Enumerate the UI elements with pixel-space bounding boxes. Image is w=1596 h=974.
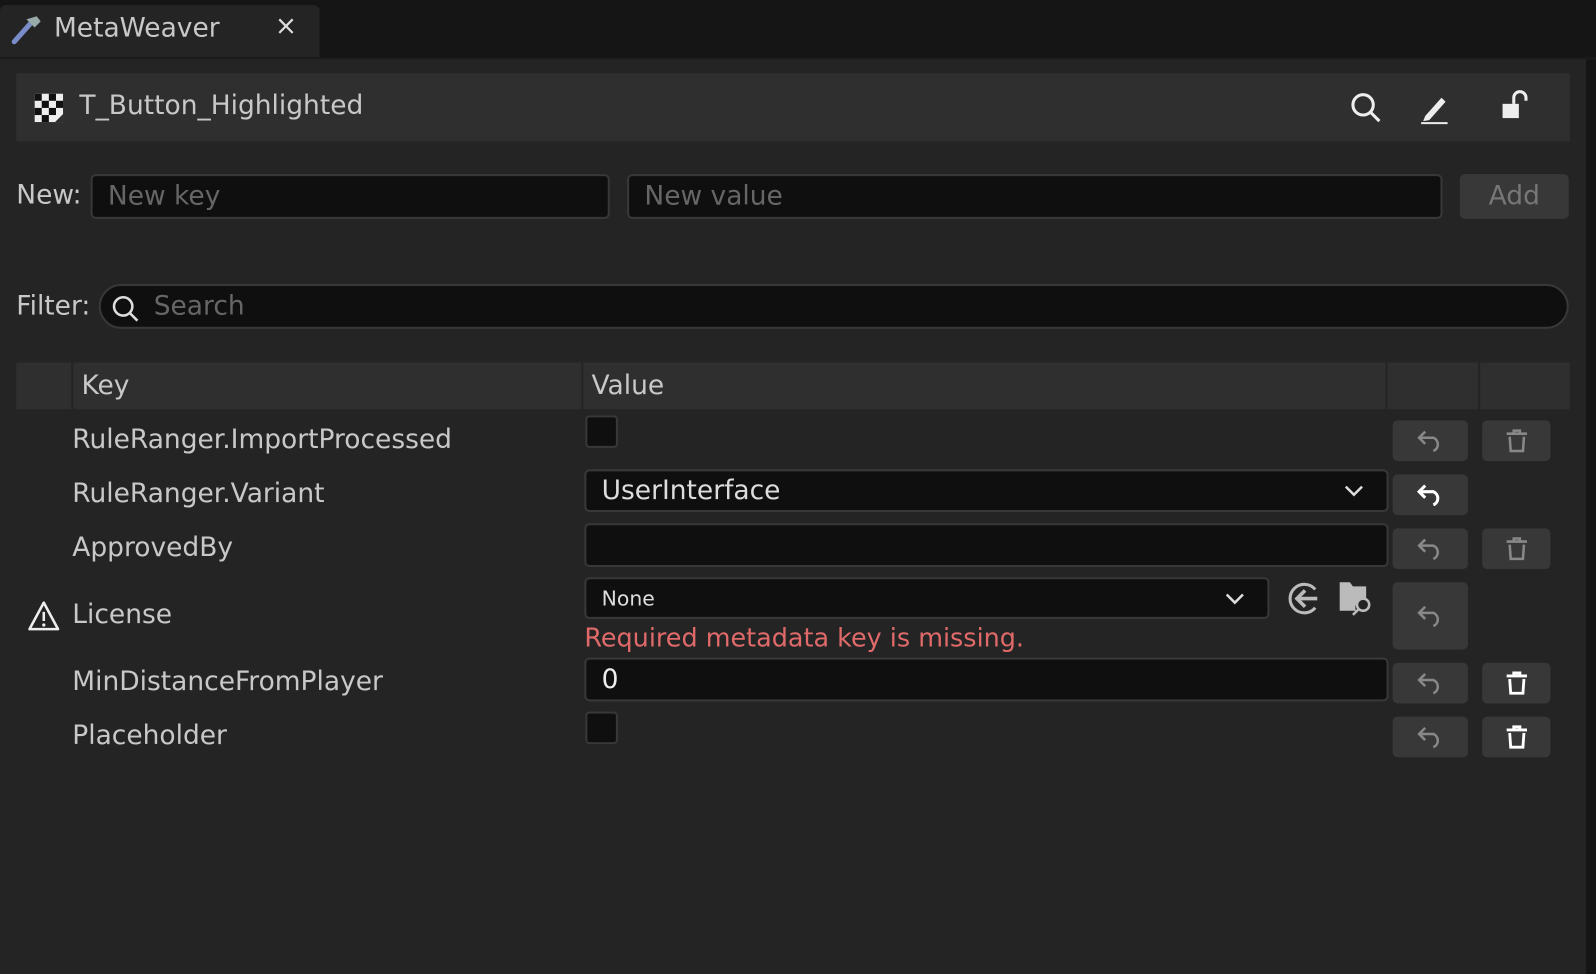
- key-label: Placeholder: [72, 720, 227, 752]
- column-header-value[interactable]: Value: [583, 362, 1386, 410]
- texture-icon: [34, 93, 64, 123]
- column-header-delete: [1480, 362, 1570, 410]
- close-icon[interactable]: ×: [275, 11, 297, 42]
- undo-icon: [1417, 672, 1443, 695]
- variant-dropdown[interactable]: UserInterface: [584, 469, 1389, 513]
- value-checkbox[interactable]: [585, 415, 618, 448]
- delete-button[interactable]: [1482, 662, 1551, 704]
- filter-search-input[interactable]: Search: [98, 284, 1569, 329]
- value-checkbox[interactable]: [585, 711, 618, 745]
- trash-icon: [1505, 429, 1527, 453]
- key-label: MinDistanceFromPlayer: [72, 666, 383, 698]
- new-value-input[interactable]: New value: [627, 174, 1443, 219]
- tab-metaweaver[interactable]: MetaWeaver ×: [0, 5, 320, 59]
- add-button[interactable]: Add: [1459, 174, 1569, 219]
- hammer-icon: [10, 13, 43, 46]
- filter-label: Filter:: [16, 291, 91, 322]
- undo-icon: [1417, 538, 1443, 560]
- key-label: RuleRanger.ImportProcessed: [72, 424, 452, 456]
- search-placeholder: Search: [153, 291, 245, 322]
- chevron-down-icon: [1225, 591, 1245, 605]
- delete-button[interactable]: [1482, 716, 1551, 758]
- warning-icon: [27, 601, 60, 632]
- new-key-input[interactable]: New key: [90, 174, 610, 219]
- license-asset-picker[interactable]: None: [584, 577, 1270, 619]
- value-number-input[interactable]: 0: [584, 657, 1389, 702]
- chevron-down-icon: [1344, 484, 1364, 498]
- undo-icon: [1417, 484, 1443, 506]
- key-label: RuleRanger.Variant: [72, 478, 325, 509]
- error-message: Required metadata key is missing.: [584, 623, 1025, 653]
- column-header-reset: [1387, 362, 1479, 410]
- dropdown-value: UserInterface: [601, 475, 781, 506]
- unlock-icon[interactable]: [1501, 90, 1532, 123]
- use-selected-asset-icon[interactable]: [1287, 581, 1322, 616]
- asset-header: T_Button_Highlighted: [16, 73, 1570, 142]
- new-key-placeholder: New key: [107, 181, 221, 212]
- reset-button[interactable]: [1392, 528, 1468, 570]
- trash-icon: [1505, 536, 1527, 561]
- undo-icon: [1417, 430, 1443, 452]
- search-icon[interactable]: [1350, 92, 1383, 125]
- reset-button[interactable]: [1392, 716, 1468, 758]
- delete-button[interactable]: [1482, 528, 1551, 570]
- value-text-input[interactable]: [584, 523, 1389, 568]
- edit-icon[interactable]: [1419, 92, 1450, 125]
- undo-icon: [1417, 726, 1443, 749]
- column-header-icon: [16, 362, 72, 410]
- column-header-key[interactable]: Key: [73, 362, 582, 410]
- trash-icon: [1505, 725, 1527, 749]
- asset-value: None: [601, 585, 655, 611]
- undo-icon: [1417, 605, 1443, 628]
- reset-button[interactable]: [1392, 420, 1468, 462]
- reset-button[interactable]: [1392, 474, 1468, 516]
- delete-button[interactable]: [1482, 420, 1551, 462]
- search-icon: [111, 294, 140, 323]
- trash-icon: [1505, 671, 1527, 695]
- input-value: 0: [601, 664, 619, 695]
- key-label: ApprovedBy: [72, 532, 234, 563]
- browse-asset-icon[interactable]: [1338, 580, 1375, 617]
- new-label: New:: [16, 180, 82, 211]
- tab-title: MetaWeaver: [53, 13, 220, 44]
- asset-name: T_Button_Highlighted: [79, 90, 364, 122]
- key-label: License: [72, 599, 173, 631]
- new-value-placeholder: New value: [644, 181, 783, 212]
- reset-button[interactable]: [1392, 662, 1468, 704]
- reset-button[interactable]: [1392, 582, 1468, 650]
